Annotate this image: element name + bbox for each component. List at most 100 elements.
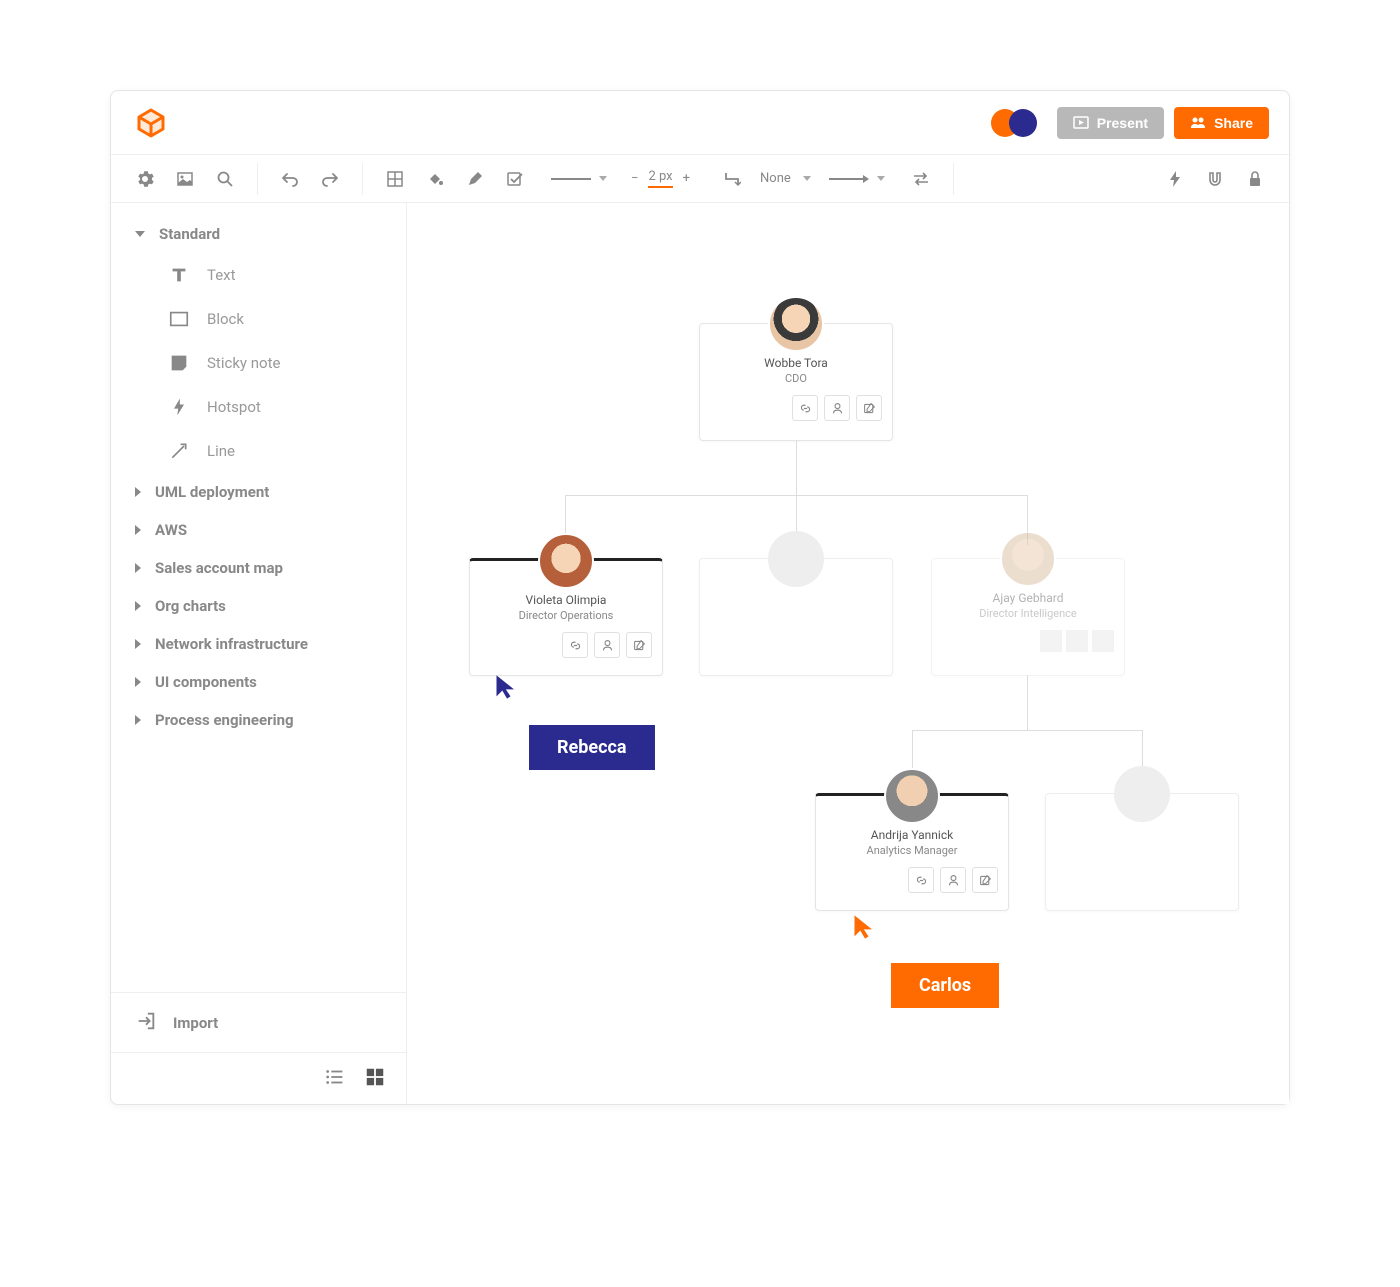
shape-text[interactable]: Text [167,253,406,297]
shape-sticky-note[interactable]: Sticky note [167,341,406,385]
chevron-right-icon [135,487,141,497]
line-icon [167,439,191,463]
line-style-selector[interactable] [551,176,607,181]
chevron-down-icon [135,231,145,237]
redo-icon[interactable] [312,161,348,197]
grid-view-icon[interactable] [364,1066,386,1092]
org-card-placeholder[interactable] [699,558,893,676]
shape-hotspot[interactable]: Hotspot [167,385,406,429]
org-card-root[interactable]: Wobbe Tora CDO [699,323,893,441]
person-icon[interactable] [824,395,850,421]
pencil-icon[interactable] [457,161,493,197]
person-name: Wobbe Tora [700,356,892,370]
present-button[interactable]: Present [1057,107,1164,139]
org-card-right[interactable]: Ajay Gebhard Director Intelligence [931,558,1125,676]
share-button[interactable]: Share [1174,107,1269,139]
stroke-width-value[interactable]: 2 px [648,169,672,188]
category-process[interactable]: Process engineering [111,701,406,739]
category-org[interactable]: Org charts [111,587,406,625]
category-sales[interactable]: Sales account map [111,549,406,587]
fill-icon[interactable] [417,161,453,197]
cursor-label-carlos: Carlos [891,963,999,1008]
line-routing-icon[interactable] [714,161,750,197]
remote-cursor-rebecca [493,673,521,705]
chevron-right-icon [135,525,141,535]
connector [912,730,1142,731]
org-card-child[interactable]: Andrija Yannick Analytics Manager [815,793,1009,911]
share-label: Share [1214,115,1253,131]
caret-down-icon [599,176,607,181]
edit-icon[interactable] [856,395,882,421]
link-icon[interactable] [792,395,818,421]
caret-down-icon [803,176,811,181]
shape-block[interactable]: Block [167,297,406,341]
avatar-placeholder [768,531,824,587]
chevron-right-icon [135,677,141,687]
edit-icon[interactable] [626,632,652,658]
chevron-right-icon [135,563,141,573]
grid-icon[interactable] [377,161,413,197]
arrow-style-selector[interactable] [829,174,885,184]
topbar: Present Share [111,91,1289,155]
avatar [1000,531,1056,587]
chevron-right-icon [135,639,141,649]
person-title: CDO [700,372,892,385]
swap-icon[interactable] [903,161,939,197]
person-title: Analytics Manager [816,844,1008,857]
lock-icon[interactable] [1237,161,1273,197]
image-icon[interactable] [167,161,203,197]
stroke-minus[interactable]: − [625,171,644,186]
avatar [884,768,940,824]
edit-icon[interactable] [972,867,998,893]
category-ui[interactable]: UI components [111,663,406,701]
app-logo [131,103,171,143]
settings-icon[interactable] [127,161,163,197]
chevron-right-icon [135,715,141,725]
avatar-placeholder [1114,766,1170,822]
avatar [538,533,594,589]
text-icon [167,263,191,287]
link-icon[interactable] [562,632,588,658]
placeholder-icon [1092,630,1114,652]
remote-cursor-carlos [851,913,879,945]
import-icon [135,1010,157,1036]
connector [796,440,797,495]
presence-user-2 [1009,109,1037,137]
lightning-icon[interactable] [1157,161,1193,197]
shapes-sidebar: Standard Text Block Sticky note [111,203,407,1104]
canvas[interactable]: Wobbe Tora CDO Violeta Olimpia Director … [407,203,1289,1104]
play-icon [1073,115,1089,131]
person-title: Director Operations [470,609,662,622]
import-button[interactable]: Import [111,992,406,1052]
caret-down-icon [877,176,885,181]
checklist-icon[interactable] [497,161,533,197]
stroke-plus[interactable]: + [677,171,696,186]
link-icon[interactable] [908,867,934,893]
chevron-right-icon [135,601,141,611]
person-icon[interactable] [594,632,620,658]
people-icon [1190,115,1206,131]
line-end-value[interactable]: None [754,171,797,186]
connector [1027,675,1028,730]
avatar [768,296,824,352]
category-aws[interactable]: AWS [111,511,406,549]
search-icon[interactable] [207,161,243,197]
person-name: Ajay Gebhard [932,591,1124,605]
magnet-icon[interactable] [1197,161,1233,197]
category-uml[interactable]: UML deployment [111,473,406,511]
category-standard[interactable]: Standard [111,215,406,253]
placeholder-icon [1066,630,1088,652]
presence-indicators [991,109,1037,137]
present-label: Present [1097,115,1148,131]
toolbar: − 2 px + None [111,155,1289,203]
person-name: Violeta Olimpia [470,593,662,607]
org-card-placeholder[interactable] [1045,793,1239,911]
undo-icon[interactable] [272,161,308,197]
list-view-icon[interactable] [324,1066,346,1092]
view-toggle [111,1052,406,1104]
category-network[interactable]: Network infrastructure [111,625,406,663]
shape-line[interactable]: Line [167,429,406,473]
person-name: Andrija Yannick [816,828,1008,842]
org-card-left[interactable]: Violeta Olimpia Director Operations [469,558,663,676]
person-icon[interactable] [940,867,966,893]
